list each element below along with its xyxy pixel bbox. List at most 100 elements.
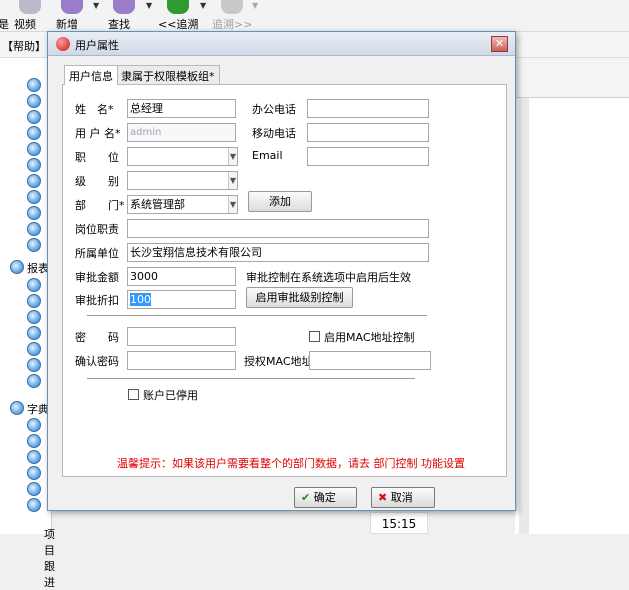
- dict-folder-icon[interactable]: [10, 401, 24, 415]
- tree-node-icon[interactable]: [27, 238, 41, 252]
- chevron-down-icon[interactable]: ▼: [228, 196, 237, 213]
- tree-node-icon[interactable]: [27, 158, 41, 172]
- tree-node-icon[interactable]: [27, 418, 41, 432]
- video-icon: [19, 0, 41, 14]
- trace-back-button[interactable]: <<追溯: [158, 0, 198, 32]
- tree-node-icon[interactable]: [27, 358, 41, 372]
- tree-node-icon[interactable]: [27, 482, 41, 496]
- find-dropdown-arrow[interactable]: ▼: [146, 1, 152, 10]
- tree-node-icon[interactable]: [27, 222, 41, 236]
- name-field[interactable]: 总经理: [127, 99, 236, 118]
- approve-amount-field[interactable]: 3000: [127, 267, 236, 286]
- tree-node-icon[interactable]: [27, 450, 41, 464]
- tree-node-icon[interactable]: [27, 110, 41, 124]
- tree-node-icon[interactable]: [27, 434, 41, 448]
- tree-node-icon[interactable]: [27, 374, 41, 388]
- tree-node-icon[interactable]: [27, 342, 41, 356]
- tree-node-icon[interactable]: [27, 310, 41, 324]
- dialog-title: 用户属性: [75, 39, 119, 52]
- find-icon: [113, 0, 135, 14]
- office-phone-field[interactable]: [307, 99, 429, 118]
- approve-discount-label: 审批折扣: [75, 294, 119, 307]
- main-toolbar: 是 视频 新增 ▼ 查找 ▼ <<追溯 ▼ 追溯>> ▼: [0, 0, 629, 32]
- password-field[interactable]: [127, 327, 236, 346]
- ok-button[interactable]: ✔ 确定: [294, 487, 357, 508]
- content-area: [515, 58, 629, 534]
- help-menu[interactable]: 【帮助】: [2, 38, 46, 54]
- tree-node-icon[interactable]: [27, 498, 41, 512]
- tree-node-icon[interactable]: [27, 294, 41, 308]
- tab-permission-groups[interactable]: 隶属于权限模板组*: [116, 65, 220, 84]
- new-dropdown-arrow[interactable]: ▼: [93, 1, 99, 10]
- tree-node-icon[interactable]: [27, 142, 41, 156]
- tree-node-icon[interactable]: [27, 190, 41, 204]
- mobile-field[interactable]: [307, 123, 429, 142]
- confirm-password-label: 确认密码: [75, 355, 119, 368]
- close-icon: ✖: [378, 491, 388, 504]
- level-label: 级 别: [75, 175, 119, 188]
- tree-item-project[interactable]: 项目跟进: [44, 526, 55, 590]
- chevron-down-icon[interactable]: ▼: [228, 172, 237, 189]
- tree-item-report[interactable]: 报表: [27, 260, 49, 276]
- trace-forward-dropdown-arrow[interactable]: ▼: [252, 1, 258, 10]
- tree-node-icon[interactable]: [27, 126, 41, 140]
- check-icon: ✔: [301, 491, 311, 504]
- back-arrow-icon: [167, 0, 189, 14]
- user-info-panel: 姓 名* 总经理 办公电话 用 户 名* admin 移动电话 职 位 ▼ Em…: [62, 84, 507, 477]
- navigation-tree[interactable]: 报表 字典 项目跟进: [0, 58, 55, 589]
- mac-control-label: 启用MAC地址控制: [324, 331, 415, 344]
- new-icon: [61, 0, 83, 14]
- approval-level-button[interactable]: 启用审批级别控制: [246, 287, 353, 308]
- duty-field[interactable]: [127, 219, 429, 238]
- position-select[interactable]: ▼: [127, 147, 238, 166]
- approve-amount-label: 审批金额: [75, 271, 119, 284]
- account-disabled-label: 账户已停用: [143, 389, 198, 402]
- tree-node-icon[interactable]: [27, 94, 41, 108]
- tree-node-icon[interactable]: [27, 174, 41, 188]
- tab-user-info[interactable]: 用户信息: [64, 65, 118, 85]
- mac-control-checkbox[interactable]: [309, 331, 320, 342]
- dept-select[interactable]: 系统管理部 ▼: [127, 195, 238, 214]
- mac-address-field[interactable]: [309, 351, 431, 370]
- chevron-down-icon[interactable]: ▼: [228, 148, 237, 165]
- close-button[interactable]: ✕: [491, 36, 508, 52]
- trace-back-dropdown-arrow[interactable]: ▼: [200, 1, 206, 10]
- email-field[interactable]: [307, 147, 429, 166]
- dept-label: 部 门*: [75, 199, 125, 212]
- account-disabled-checkbox[interactable]: [128, 389, 139, 400]
- time-display: 15:15: [370, 512, 428, 534]
- company-field[interactable]: 长沙宝翔信息技术有限公司: [127, 243, 429, 262]
- tree-node-icon[interactable]: [27, 206, 41, 220]
- cancel-button[interactable]: ✖ 取消: [371, 487, 435, 508]
- find-button[interactable]: 查找: [108, 0, 140, 32]
- tree-node-icon[interactable]: [27, 326, 41, 340]
- company-label: 所属单位: [75, 247, 119, 260]
- trace-forward-button[interactable]: 追溯>>: [212, 0, 252, 32]
- dept-value: 系统管理部: [130, 198, 185, 211]
- user-properties-dialog: 用户属性 ✕ 用户信息 隶属于权限模板组* 姓 名* 总经理 办公电话 用 户 …: [47, 31, 516, 511]
- email-label: Email: [252, 149, 283, 162]
- mobile-label: 移动电话: [252, 127, 296, 140]
- password-label: 密 码: [75, 331, 119, 344]
- tree-node-icon[interactable]: [27, 278, 41, 292]
- add-button[interactable]: 添加: [248, 191, 312, 212]
- tree-node-icon[interactable]: [27, 466, 41, 480]
- name-label: 姓 名*: [75, 103, 114, 116]
- permission-hint: 温馨提示：如果该用户需要看整个的部门数据，请去 部门控制 功能设置: [117, 457, 465, 470]
- section-divider-2: [87, 378, 415, 380]
- username-label: 用 户 名*: [75, 127, 121, 140]
- dialog-title-bar[interactable]: 用户属性 ✕: [48, 32, 515, 56]
- content-scrollbar[interactable]: [519, 98, 529, 534]
- tree-item-dict[interactable]: 字典: [27, 401, 49, 417]
- view-button[interactable]: 视频: [14, 0, 46, 32]
- mac-address-label: 授权MAC地址: [244, 355, 313, 368]
- level-select[interactable]: ▼: [127, 171, 238, 190]
- approve-discount-field[interactable]: 100: [127, 290, 236, 309]
- partial-toolbar-button[interactable]: 是: [0, 0, 9, 32]
- new-button[interactable]: 新增: [56, 0, 88, 32]
- duty-label: 岗位职责: [75, 223, 119, 236]
- confirm-password-field[interactable]: [127, 351, 236, 370]
- report-folder-icon[interactable]: [10, 260, 24, 274]
- forward-arrow-icon: [221, 0, 243, 14]
- tree-node-icon[interactable]: [27, 78, 41, 92]
